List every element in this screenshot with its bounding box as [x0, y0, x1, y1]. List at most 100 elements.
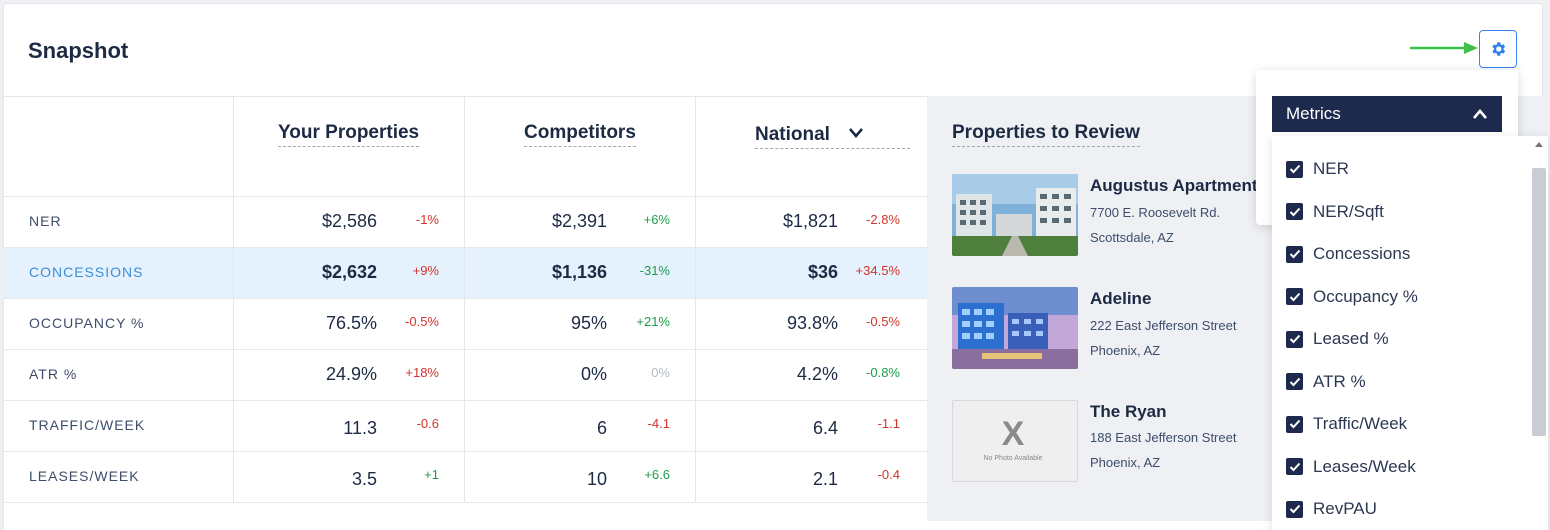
cell-value: $2,586: [321, 211, 377, 231]
metric-checkbox-item[interactable]: Leased %: [1286, 327, 1389, 351]
cell-value: 76.5%: [325, 313, 377, 333]
metric-label: Leased %: [1313, 329, 1389, 348]
checkbox-checked-icon[interactable]: [1286, 160, 1303, 178]
checkbox-checked-icon[interactable]: [1286, 330, 1303, 348]
property-street: 188 East Jefferson Street: [1090, 430, 1237, 445]
cell-value: 6.4: [812, 418, 838, 438]
cell-value: 6: [596, 418, 607, 438]
row-label: ATR %: [29, 366, 78, 382]
metric-label: Traffic/Week: [1313, 414, 1408, 433]
property-name[interactable]: Augustus Apartments: [1090, 176, 1267, 196]
metric-checkbox-item[interactable]: Traffic/Week: [1286, 412, 1407, 436]
metric-checkbox-item[interactable]: NER/Sqft: [1286, 200, 1384, 224]
cell-change: -2.8%: [866, 212, 900, 227]
column-header-your-properties[interactable]: Your Properties: [278, 122, 420, 147]
chevron-up-icon[interactable]: [1472, 108, 1488, 120]
property-city: Scottsdale, AZ: [1090, 230, 1174, 245]
cell-change: -0.8%: [866, 365, 900, 380]
cell-value: $2,391: [551, 211, 607, 231]
row-label: TRAFFIC/WEEK: [29, 417, 146, 433]
property-name[interactable]: The Ryan: [1090, 402, 1167, 422]
cell-change: +18%: [405, 365, 439, 380]
metric-label: Occupancy %: [1313, 286, 1418, 306]
metric-label: Leases/Week: [1313, 456, 1416, 476]
cell-change: +21%: [636, 314, 670, 329]
green-arrow-icon: [1410, 42, 1478, 54]
column-header-competitors[interactable]: Competitors: [524, 122, 636, 147]
property-street: 222 East Jefferson Street: [1090, 318, 1237, 333]
checkbox-checked-icon[interactable]: [1286, 245, 1303, 263]
cell-change: -0.5%: [866, 314, 900, 329]
cell-value: 95%: [570, 313, 607, 333]
checkbox-checked-icon[interactable]: [1286, 373, 1303, 390]
cell-value: $2,632: [321, 262, 377, 282]
cell-change: +9%: [412, 263, 439, 278]
property-street: 7700 E. Roosevelt Rd.: [1090, 205, 1221, 220]
cell-change: 0%: [651, 365, 670, 380]
cell-value: 93.8%: [786, 313, 838, 333]
page-title: Snapshot: [28, 38, 129, 63]
cell-change: +6%: [643, 212, 670, 227]
metric-checkbox-item[interactable]: ATR %: [1286, 370, 1366, 394]
no-photo-icon: X: [1002, 415, 1025, 453]
settings-button[interactable]: [1479, 30, 1517, 68]
metrics-checkbox-list: NER NER/Sqft Concessions Occupancy % Leased …: [1272, 136, 1548, 530]
cell-change: -1.1: [877, 416, 900, 431]
properties-review-title[interactable]: Properties to Review: [952, 122, 1140, 147]
checkbox-checked-icon[interactable]: [1286, 203, 1303, 220]
no-photo-text: No Photo Available: [983, 455, 1043, 462]
column-divider: [233, 96, 234, 502]
row-label: CONCESSIONS: [29, 264, 144, 280]
checkbox-checked-icon[interactable]: [1286, 415, 1303, 433]
cell-change: -0.4: [877, 467, 900, 482]
scroll-up-arrow[interactable]: [1535, 142, 1543, 147]
cell-change: -31%: [639, 263, 670, 278]
cell-change: -0.6: [416, 416, 439, 431]
cell-change: +34.5%: [855, 263, 900, 278]
chevron-down-icon[interactable]: [848, 127, 864, 139]
cell-change: -0.5%: [405, 314, 439, 329]
metric-checkbox-item[interactable]: Leases/Week: [1286, 455, 1416, 479]
cell-value: 11.3: [343, 418, 377, 438]
checkbox-checked-icon[interactable]: [1286, 288, 1303, 305]
cell-value: 24.9%: [325, 364, 377, 384]
cell-value: 0%: [580, 364, 607, 384]
property-name[interactable]: Adeline: [1090, 289, 1151, 309]
metric-checkbox-item[interactable]: Concessions: [1286, 242, 1410, 266]
cell-change: -4.1: [647, 416, 670, 431]
checkbox-checked-icon[interactable]: [1286, 458, 1303, 475]
cell-change: +6.6: [644, 467, 670, 482]
cell-value: 3.5: [351, 469, 377, 489]
column-divider: [695, 96, 696, 502]
metric-label: RevPAU: [1313, 499, 1377, 518]
metric-label: NER/Sqft: [1313, 201, 1384, 221]
column-header-national[interactable]: National: [755, 124, 910, 149]
row-label: NER: [29, 213, 62, 229]
cell-value: 2.1: [812, 469, 838, 489]
row-label: LEASES/WEEK: [29, 468, 140, 484]
cell-change: -1%: [415, 212, 439, 227]
snapshot-table: [3, 96, 927, 503]
metric-checkbox-item[interactable]: NER: [1286, 157, 1349, 181]
cell-change: +1: [424, 467, 439, 482]
metric-label: Concessions: [1313, 244, 1411, 263]
scrollbar-thumb[interactable]: [1532, 168, 1546, 436]
metric-checkbox-item[interactable]: RevPAU: [1286, 497, 1377, 521]
metric-checkbox-item[interactable]: Occupancy %: [1286, 285, 1418, 309]
cell-value: $36: [807, 262, 838, 282]
metric-label: ATR %: [1313, 371, 1366, 391]
column-divider: [464, 96, 465, 502]
checkbox-checked-icon[interactable]: [1286, 500, 1303, 518]
metrics-header-label: Metrics: [1286, 104, 1341, 123]
svg-text:X: X: [1002, 415, 1025, 453]
cell-value: $1,821: [782, 211, 838, 231]
cell-value: 4.2%: [796, 364, 838, 384]
property-city: Phoenix, AZ: [1090, 343, 1161, 358]
property-photo[interactable]: [952, 174, 1078, 256]
metrics-header[interactable]: Metrics: [1272, 96, 1502, 132]
property-photo[interactable]: [952, 287, 1078, 369]
row-label: OCCUPANCY %: [29, 315, 145, 331]
no-photo-placeholder[interactable]: X No Photo Available: [952, 400, 1078, 482]
cell-value: $1,136: [551, 262, 607, 282]
metric-label: NER: [1313, 159, 1349, 178]
